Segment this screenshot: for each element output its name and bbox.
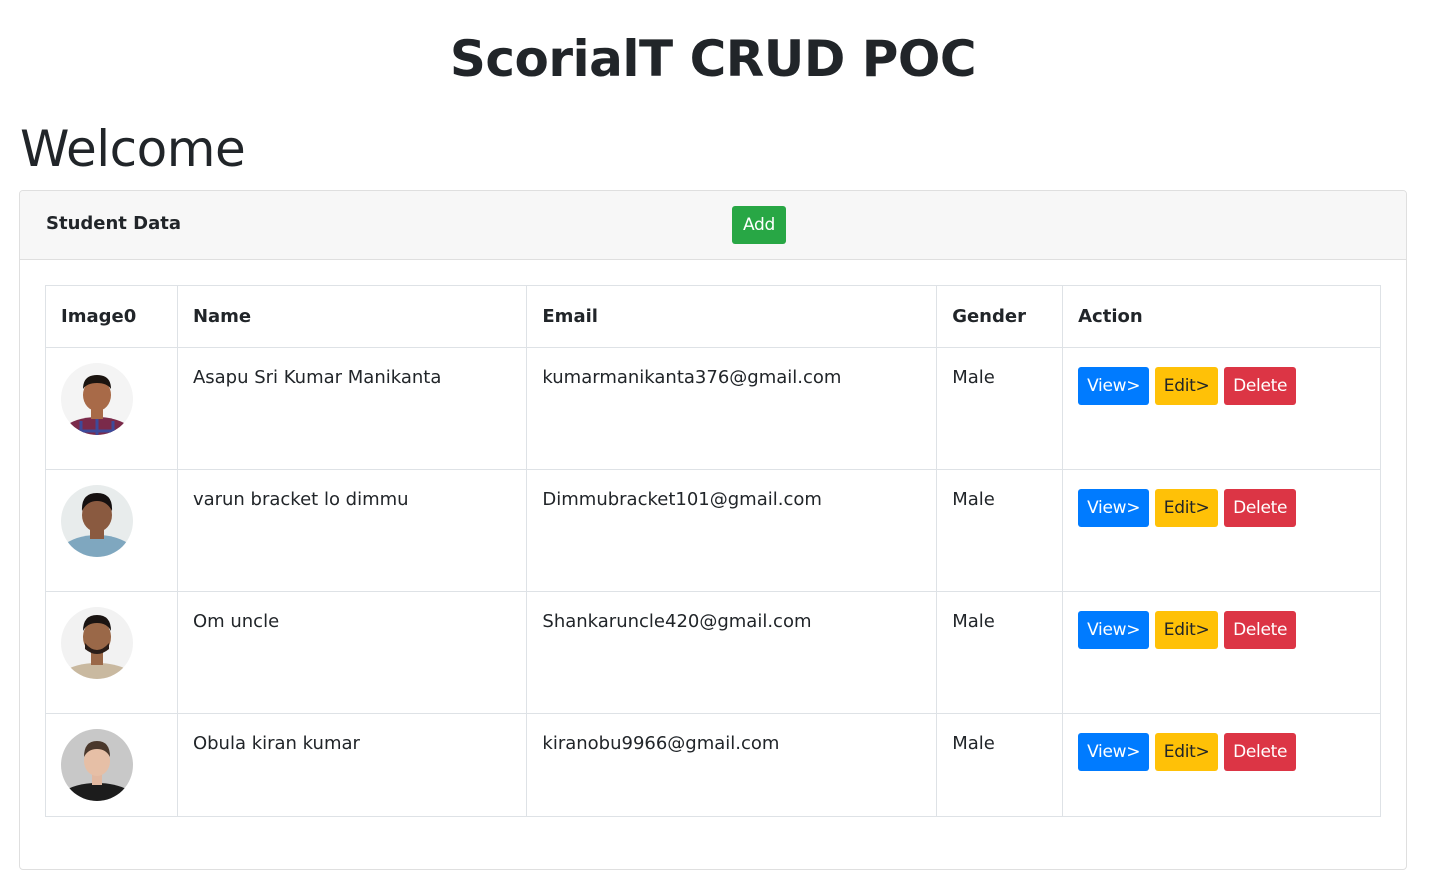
add-button[interactable]: Add [732, 206, 786, 244]
view-button[interactable]: View> [1078, 733, 1150, 771]
app-title: ScorialT CRUD POC [449, 30, 977, 88]
student-email: Dimmubracket101@gmail.com [526, 469, 938, 592]
header-gender: Gender [936, 285, 1064, 348]
header-image: Image0 [45, 285, 178, 348]
student-avatar [61, 363, 133, 435]
delete-button[interactable]: Delete [1224, 367, 1297, 405]
table-row: Obula kiran kumar kiranobu9966@gmail.com… [45, 713, 1381, 817]
table-row: Asapu Sri Kumar Manikanta kumarmanikanta… [45, 347, 1381, 470]
header-email: Email [526, 285, 938, 348]
student-name: Asapu Sri Kumar Manikanta [176, 347, 528, 470]
student-email: Shankaruncle420@gmail.com [526, 591, 938, 714]
table-row: varun bracket lo dimmu Dimmubracket101@g… [45, 469, 1381, 592]
student-gender: Male [936, 713, 1064, 817]
edit-button[interactable]: Edit> [1155, 733, 1219, 771]
view-button[interactable]: View> [1078, 367, 1150, 405]
student-name: varun bracket lo dimmu [176, 469, 528, 592]
view-button[interactable]: View> [1078, 611, 1150, 649]
edit-button[interactable]: Edit> [1155, 367, 1219, 405]
student-email: kiranobu9966@gmail.com [526, 713, 938, 817]
student-email: kumarmanikanta376@gmail.com [526, 347, 938, 470]
header-action: Action [1062, 285, 1381, 348]
student-gender: Male [936, 591, 1064, 714]
card-title: Student Data [46, 213, 181, 234]
card-header: Student Data Add [20, 191, 1406, 260]
student-avatar [61, 729, 133, 801]
edit-button[interactable]: Edit> [1155, 489, 1219, 527]
table-row: Om uncle Shankaruncle420@gmail.com Male … [45, 591, 1381, 714]
delete-button[interactable]: Delete [1224, 733, 1297, 771]
table-header-row: Image0 Name Email Gender Action [45, 285, 1381, 348]
student-avatar [61, 485, 133, 557]
student-name: Obula kiran kumar [176, 713, 528, 817]
student-avatar [61, 607, 133, 679]
view-button[interactable]: View> [1078, 489, 1150, 527]
student-gender: Male [936, 347, 1064, 470]
header-name: Name [176, 285, 528, 348]
student-table: Image0 Name Email Gender Action Asapu Sr… [45, 285, 1381, 817]
delete-button[interactable]: Delete [1224, 489, 1297, 527]
student-name: Om uncle [176, 591, 528, 714]
student-gender: Male [936, 469, 1064, 592]
edit-button[interactable]: Edit> [1155, 611, 1219, 649]
welcome-heading: Welcome [20, 120, 246, 178]
delete-button[interactable]: Delete [1224, 611, 1297, 649]
